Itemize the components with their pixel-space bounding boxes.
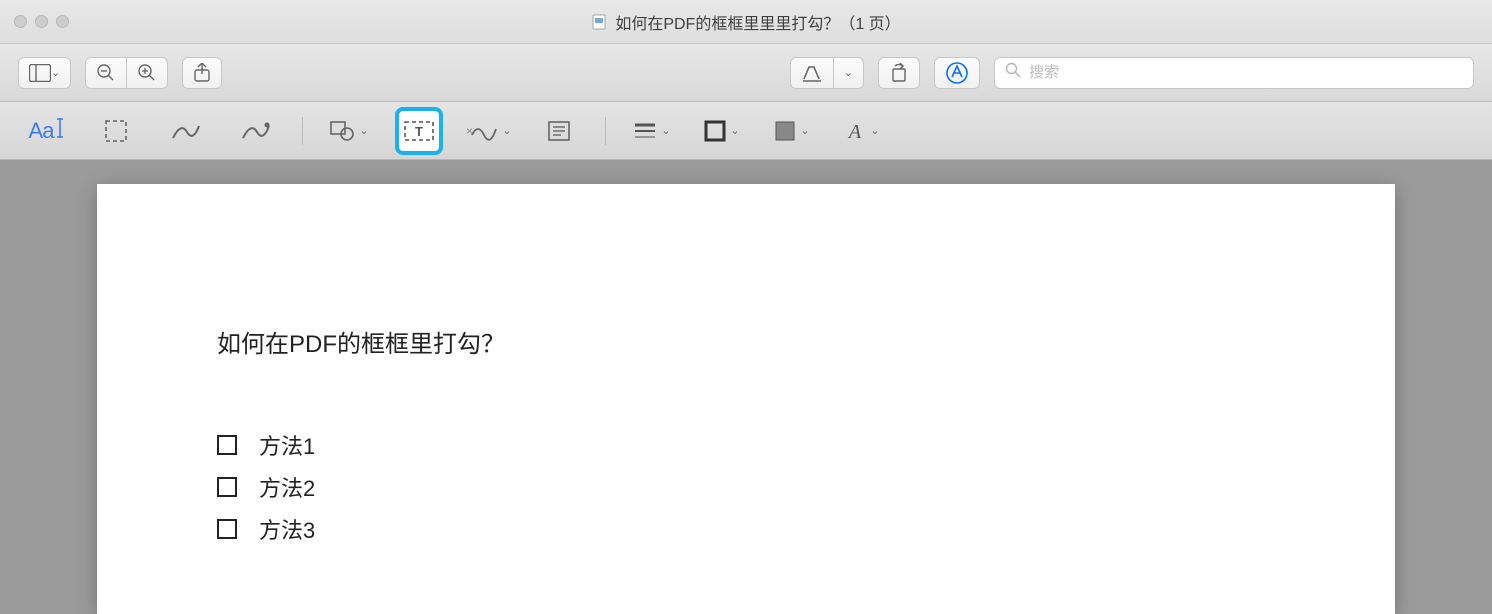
item-label: 方法1 [259, 429, 315, 461]
close-window-button[interactable] [14, 15, 27, 28]
window-title: 如何在PDF的框框里里里打勾？（1 页） [615, 10, 900, 34]
shapes-tool[interactable]: ⌄ [325, 107, 373, 155]
search-icon [1005, 62, 1021, 83]
svg-text:×: × [466, 124, 473, 138]
chevron-down-icon: ⌄ [844, 66, 853, 79]
list-item: 方法3 [217, 513, 1275, 545]
list-item: 方法2 [217, 471, 1275, 503]
zoom-in-button[interactable] [126, 57, 168, 89]
highlight-button[interactable] [790, 57, 834, 89]
text-box-tool[interactable]: T [395, 107, 443, 155]
svg-text:A: A [847, 121, 862, 142]
highlight-menu-button[interactable]: ⌄ [833, 57, 864, 89]
document-icon [591, 14, 607, 30]
signature-tool[interactable]: × ⌄ [465, 107, 513, 155]
markup-toggle-button[interactable] [934, 57, 980, 89]
search-box[interactable] [994, 57, 1474, 89]
checkbox-icon[interactable] [217, 435, 237, 455]
rect-select-tool[interactable] [92, 107, 140, 155]
toolbar-divider [605, 117, 606, 145]
toolbar-divider [302, 117, 303, 145]
item-label: 方法2 [259, 471, 315, 503]
document-heading: 如何在PDF的框框里打勾？ [217, 324, 1275, 359]
zoom-group [85, 57, 168, 89]
chevron-down-icon: ⌄ [800, 124, 809, 137]
markup-toolbar: Aa ⌄ T × ⌄ ⌄ ⌄ ⌄ A ⌄ [0, 102, 1492, 160]
sidebar-toggle-button[interactable]: ⌄ [18, 57, 71, 89]
chevron-down-icon: ⌄ [730, 124, 739, 137]
list-item: 方法1 [217, 429, 1275, 461]
font-style-tool[interactable]: A ⌄ [838, 107, 886, 155]
pdf-page[interactable]: 如何在PDF的框框里打勾？ 方法1 方法2 方法3 [97, 184, 1395, 614]
chevron-down-icon: ⌄ [661, 124, 670, 137]
chevron-down-icon: ⌄ [502, 124, 511, 137]
highlight-group: ⌄ [790, 57, 864, 89]
main-toolbar: ⌄ ⌄ [0, 44, 1492, 102]
fill-color-tool[interactable]: ⌄ [768, 107, 816, 155]
chevron-down-icon: ⌄ [359, 124, 368, 137]
svg-text:T: T [415, 124, 423, 139]
note-tool[interactable] [535, 107, 583, 155]
window-titlebar: 如何在PDF的框框里里里打勾？（1 页） [0, 0, 1492, 44]
text-select-tool[interactable]: Aa [22, 107, 70, 155]
chevron-down-icon: ⌄ [870, 124, 879, 137]
draw-tool[interactable] [232, 107, 280, 155]
cursor-icon [57, 117, 63, 144]
rotate-button[interactable] [878, 57, 920, 89]
sketch-tool[interactable] [162, 107, 210, 155]
fullscreen-window-button[interactable] [56, 15, 69, 28]
item-label: 方法3 [259, 513, 315, 545]
share-button[interactable] [182, 57, 222, 89]
window-controls [14, 15, 69, 28]
border-style-tool[interactable]: ⌄ [628, 107, 676, 155]
checkbox-icon[interactable] [217, 519, 237, 539]
document-viewport[interactable]: 如何在PDF的框框里打勾？ 方法1 方法2 方法3 [0, 160, 1492, 614]
border-color-tool[interactable]: ⌄ [698, 107, 746, 155]
minimize-window-button[interactable] [35, 15, 48, 28]
search-input[interactable] [1029, 64, 1463, 81]
zoom-out-button[interactable] [85, 57, 127, 89]
checkbox-icon[interactable] [217, 477, 237, 497]
chevron-down-icon: ⌄ [51, 66, 60, 79]
